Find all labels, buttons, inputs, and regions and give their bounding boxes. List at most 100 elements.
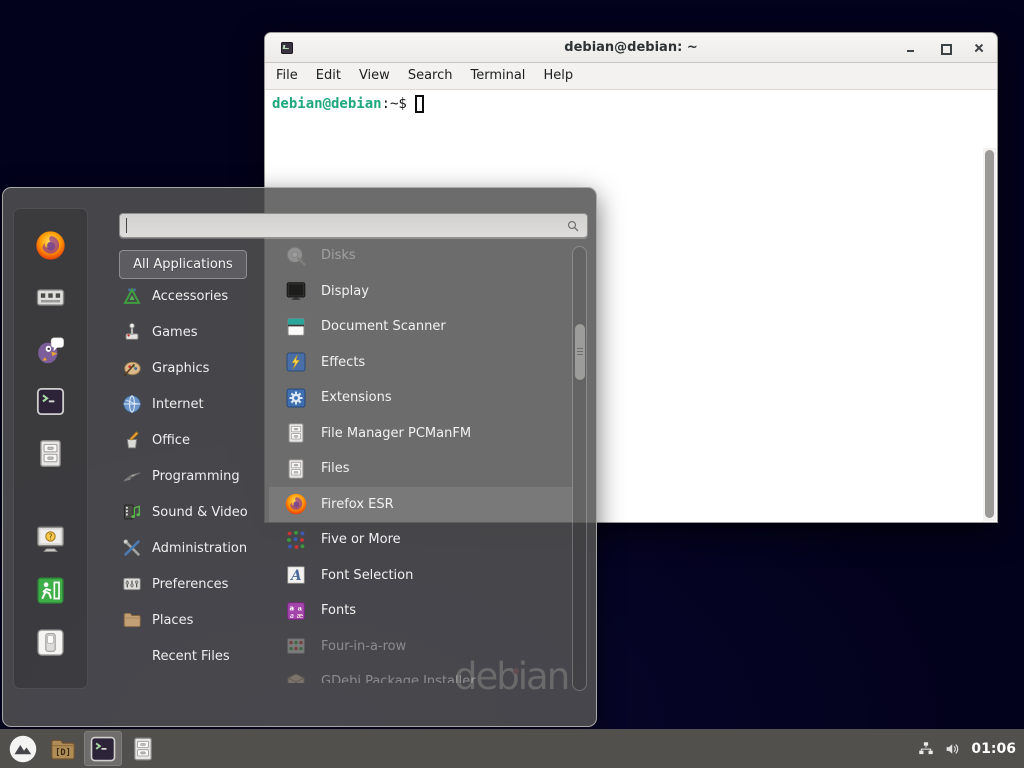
app-item-label: Fonts: [321, 603, 356, 618]
network-icon[interactable]: [917, 740, 935, 758]
terminal-titlebar[interactable]: debian@debian: ~: [265, 33, 997, 63]
file-manager-icon[interactable]: [34, 437, 67, 470]
file-manager-launcher[interactable]: [124, 731, 162, 766]
lock-screen-icon[interactable]: ?: [34, 522, 67, 555]
app-item-four-in-a-row[interactable]: Four-in-a-row: [269, 629, 572, 665]
favorites-panel: ?: [13, 208, 88, 689]
close-icon[interactable]: [973, 42, 985, 54]
pidgin-icon[interactable]: [34, 333, 67, 366]
category-administration[interactable]: Administration: [119, 530, 271, 566]
category-label: Games: [152, 325, 197, 340]
menu-logo-icon: [8, 734, 38, 764]
app-item-label: Disks: [321, 248, 356, 263]
taskbar-launchers: [D]: [4, 731, 164, 766]
category-preferences[interactable]: Preferences: [119, 566, 271, 602]
terminal-icon: [281, 42, 293, 54]
clock[interactable]: 01:06: [971, 741, 1016, 757]
disks-icon: [284, 244, 308, 268]
category-office[interactable]: Office: [119, 422, 271, 458]
category-recent-files[interactable]: Recent Files: [119, 638, 271, 674]
category-accessories[interactable]: Accessories: [119, 278, 271, 314]
terminal-menu-file[interactable]: File: [267, 63, 307, 89]
effects-icon: [284, 350, 308, 374]
shutdown-icon[interactable]: [34, 626, 67, 659]
preferences-icon: [121, 573, 143, 595]
app-item-label: Firefox ESR: [321, 497, 394, 512]
applications-scrollbar[interactable]: [572, 246, 587, 691]
document-scanner-icon: [284, 315, 308, 339]
app-item-extensions[interactable]: Extensions: [269, 380, 572, 416]
terminal-scrollbar[interactable]: [983, 148, 996, 521]
category-internet[interactable]: Internet: [119, 386, 271, 422]
app-item-font-selection[interactable]: AFont Selection: [269, 558, 572, 594]
window-title: debian@debian: ~: [265, 40, 997, 55]
app-item-label: Five or More: [321, 532, 401, 547]
terminal-menu-search[interactable]: Search: [399, 63, 462, 89]
applications-menu: ? All Applications Accessories Games Graph…: [2, 187, 597, 727]
files-launcher[interactable]: [D]: [44, 731, 82, 766]
menu-button[interactable]: [4, 731, 42, 766]
app-item-label: Files: [321, 461, 350, 476]
applications-scrollbar-thumb[interactable]: [575, 324, 585, 380]
all-applications-button[interactable]: All Applications: [119, 250, 247, 279]
category-games[interactable]: Games: [119, 314, 271, 350]
terminal-launcher[interactable]: [84, 731, 122, 766]
category-label: Sound & Video: [152, 505, 248, 520]
volume-icon[interactable]: [944, 740, 962, 758]
category-programming[interactable]: Programming: [119, 458, 271, 494]
maximize-icon[interactable]: [939, 42, 951, 54]
taskbar: [D] 01:06: [0, 729, 1024, 768]
app-item-five-or-more[interactable]: Five or More: [269, 522, 572, 558]
accessories-icon: [121, 285, 143, 307]
app-item-display[interactable]: Display: [269, 274, 572, 310]
administration-icon: [121, 537, 143, 559]
app-item-file-manager-pcmanfm[interactable]: File Manager PCManFM: [269, 416, 572, 452]
app-item-label: Effects: [321, 355, 365, 370]
category-graphics[interactable]: Graphics: [119, 350, 271, 386]
app-item-document-scanner[interactable]: Document Scanner: [269, 309, 572, 345]
svg-text:a: a: [290, 612, 294, 620]
app-item-label: Display: [321, 284, 369, 299]
logout-icon[interactable]: [34, 574, 67, 607]
app-item-gdebi-package-installer[interactable]: GDebi Package Installer: [269, 664, 572, 683]
app-item-fonts[interactable]: aaaæFonts: [269, 593, 572, 629]
prompt-user: debian@debian: [272, 96, 382, 112]
category-label: Places: [152, 613, 193, 628]
firefox-icon[interactable]: [34, 229, 67, 262]
firefox-icon: [284, 492, 308, 516]
software-manager-icon[interactable]: [34, 281, 67, 314]
category-sound-video[interactable]: Sound & Video: [119, 494, 271, 530]
terminal-menu-edit[interactable]: Edit: [307, 63, 350, 89]
app-item-effects[interactable]: Effects: [269, 345, 572, 381]
taskbar-tray: 01:06: [917, 740, 1016, 758]
games-icon: [121, 321, 143, 343]
places-icon: [121, 609, 143, 631]
search-input[interactable]: [119, 213, 588, 238]
terminal-menu-view[interactable]: View: [350, 63, 399, 89]
favorites-apps: [34, 229, 67, 489]
office-icon: [121, 429, 143, 451]
terminal-icon[interactable]: [34, 385, 67, 418]
app-item-firefox-esr[interactable]: Firefox ESR: [269, 487, 572, 523]
folder-d-icon: [D]: [48, 734, 78, 764]
category-label: Recent Files: [152, 649, 230, 664]
session-buttons: ?: [34, 522, 67, 678]
prompt-suffix: :~$: [382, 96, 407, 112]
category-places[interactable]: Places: [119, 602, 271, 638]
terminal-menubar: FileEditViewSearchTerminalHelp: [265, 63, 997, 90]
terminal-menu-help[interactable]: Help: [534, 63, 582, 89]
terminal-menu-terminal[interactable]: Terminal: [461, 63, 534, 89]
category-label: Programming: [152, 469, 240, 484]
app-item-disks[interactable]: Disks: [269, 238, 572, 274]
five-or-more-icon: [284, 528, 308, 552]
category-label: Office: [152, 433, 190, 448]
category-label: Internet: [152, 397, 204, 412]
terminal-scrollbar-thumb[interactable]: [985, 150, 994, 518]
sound-video-icon: [121, 501, 143, 523]
category-label: Preferences: [152, 577, 228, 592]
programming-icon: [121, 465, 143, 487]
svg-text:æ: æ: [296, 612, 303, 620]
minimize-icon[interactable]: [905, 42, 917, 54]
app-item-files[interactable]: Files: [269, 451, 572, 487]
window-controls: [905, 33, 985, 63]
